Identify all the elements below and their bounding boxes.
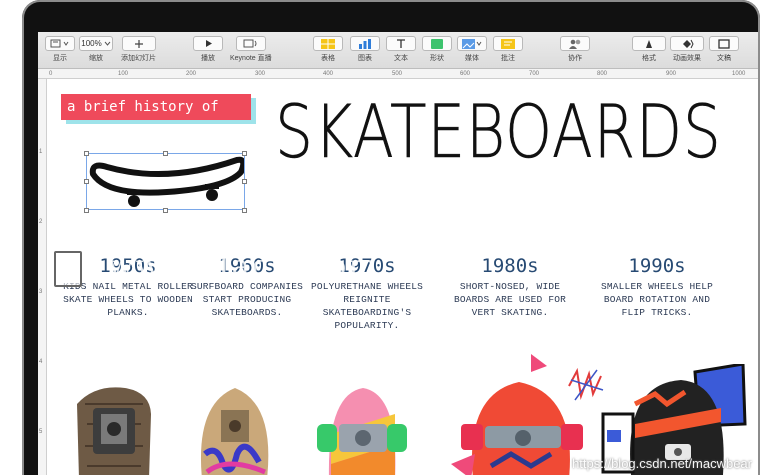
chart-icon bbox=[350, 36, 380, 51]
selection-box[interactable] bbox=[86, 153, 245, 210]
toolbar-animate[interactable]: 动画效果 bbox=[670, 36, 704, 63]
toolbar-collaborate[interactable]: 协作 bbox=[560, 36, 590, 63]
zoom-select[interactable]: 100% bbox=[79, 36, 113, 51]
slide-canvas[interactable]: a brief history of SKATEBOARDS 1950s KID… bbox=[47, 79, 758, 475]
comment-icon bbox=[493, 36, 523, 51]
resize-handle[interactable] bbox=[242, 208, 247, 213]
era-1980s[interactable]: 1980s SHORT-NOSED, WIDE BOARDS ARE USED … bbox=[445, 255, 575, 319]
keynote-window: 显示 100% 缩放 添加幻灯片 播放 Keynote 直播 表格 图表 文本 … bbox=[38, 32, 758, 475]
era-1950s[interactable]: 1950s KIDS NAIL METAL ROLLER SKATE WHEEL… bbox=[63, 255, 193, 319]
media-icon bbox=[457, 36, 487, 51]
resize-handle[interactable] bbox=[163, 208, 168, 213]
toolbar-play[interactable]: 播放 bbox=[193, 36, 223, 63]
resize-handle[interactable] bbox=[242, 151, 247, 156]
toolbar-table[interactable]: 表格 bbox=[313, 36, 343, 63]
toolbar-view[interactable]: 显示 bbox=[45, 36, 75, 63]
era-description: SMALLER WHEELS HELP BOARD ROTATION AND F… bbox=[600, 281, 714, 318]
era-year: 1950s bbox=[99, 255, 157, 277]
resize-handle[interactable] bbox=[84, 179, 89, 184]
vertical-ruler: 1 2 3 4 5 bbox=[38, 79, 47, 475]
collaborate-icon bbox=[560, 36, 590, 51]
slide-title[interactable]: SKATEBOARDS bbox=[275, 81, 722, 185]
toolbar-media[interactable]: 媒体 bbox=[457, 36, 487, 63]
skateboard-1970s-image bbox=[317, 388, 407, 475]
resize-handle[interactable] bbox=[84, 208, 89, 213]
toolbar-chart[interactable]: 图表 bbox=[350, 36, 380, 63]
shape-icon bbox=[422, 36, 452, 51]
toolbar: 显示 100% 缩放 添加幻灯片 播放 Keynote 直播 表格 图表 文本 … bbox=[38, 32, 758, 69]
resize-handle[interactable] bbox=[84, 151, 89, 156]
table-icon bbox=[313, 36, 343, 51]
toolbar-text[interactable]: 文本 bbox=[386, 36, 416, 63]
era-1960s[interactable]: 1960s SURFBOARD COMPANIES START PRODUCIN… bbox=[182, 255, 312, 319]
keynote-live-icon bbox=[235, 36, 266, 51]
era-year: 1960s bbox=[218, 255, 276, 277]
toolbar-document[interactable]: 文稿 bbox=[709, 36, 739, 63]
skateboard-1950s-image bbox=[77, 387, 151, 475]
view-icon bbox=[45, 36, 75, 51]
format-icon bbox=[632, 36, 666, 51]
toolbar-keynote-live[interactable]: Keynote 直播 bbox=[230, 36, 272, 63]
resize-handle[interactable] bbox=[242, 179, 247, 184]
era-description: POLYURETHANE WHEELS REIGNITE SKATEBOARDI… bbox=[310, 281, 424, 331]
horizontal-ruler: 0 100 200 300 400 500 600 700 800 900 10… bbox=[38, 69, 758, 79]
era-description: SURFBOARD COMPANIES START PRODUCING SKAT… bbox=[190, 281, 304, 318]
scribble-doodle bbox=[568, 367, 604, 401]
watermark-logo bbox=[54, 251, 82, 287]
document-icon bbox=[709, 36, 739, 51]
plus-icon bbox=[121, 36, 156, 51]
slide-tag[interactable]: a brief history of bbox=[61, 94, 251, 120]
toolbar-comment[interactable]: 批注 bbox=[493, 36, 523, 63]
toolbar-zoom[interactable]: 100% 缩放 bbox=[79, 36, 113, 63]
era-1990s[interactable]: 1990s SMALLER WHEELS HELP BOARD ROTATION… bbox=[592, 255, 722, 319]
laptop-frame: 显示 100% 缩放 添加幻灯片 播放 Keynote 直播 表格 图表 文本 … bbox=[0, 0, 780, 475]
era-1970s[interactable]: 1970s POLYURETHANE WHEELS REIGNITE SKATE… bbox=[302, 255, 432, 332]
animate-icon bbox=[670, 36, 704, 51]
era-description: KIDS NAIL METAL ROLLER SKATE WHEELS TO W… bbox=[63, 281, 193, 318]
text-icon bbox=[386, 36, 416, 51]
era-year: 1970s bbox=[338, 255, 396, 277]
toolbar-shape[interactable]: 形状 bbox=[422, 36, 452, 63]
skateboard-1960s-image bbox=[201, 388, 269, 475]
toolbar-format[interactable]: 格式 bbox=[632, 36, 666, 63]
era-year: 1990s bbox=[628, 255, 686, 277]
toolbar-add-slide[interactable]: 添加幻灯片 bbox=[121, 36, 156, 63]
credit-text: https://blog.csdn.net/macwbear bbox=[572, 456, 752, 471]
era-year: 1980s bbox=[481, 255, 539, 277]
play-icon bbox=[193, 36, 223, 51]
resize-handle[interactable] bbox=[163, 151, 168, 156]
era-description: SHORT-NOSED, WIDE BOARDS ARE USED FOR VE… bbox=[453, 281, 567, 318]
